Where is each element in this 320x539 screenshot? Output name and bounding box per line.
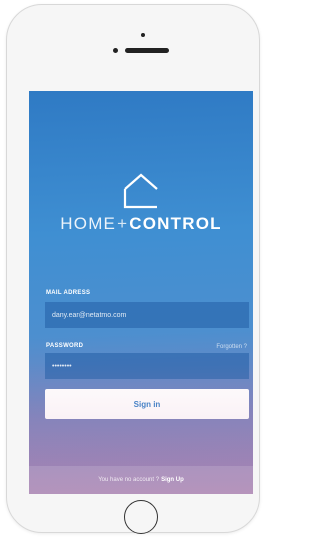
brand-logo: HOME+CONTROL	[29, 214, 253, 234]
phone-frame: HOME+CONTROL MAIL ADRESS dany.ear@netatm…	[6, 4, 260, 534]
password-label: PASSWORD	[46, 343, 84, 349]
forgot-password-link[interactable]: Forgotten ?	[216, 344, 247, 350]
speaker-grille	[125, 48, 169, 53]
email-value: dany.ear@netatmo.com	[52, 311, 127, 319]
camera-dot	[141, 33, 145, 37]
sign-in-button[interactable]: Sign in	[45, 389, 249, 419]
sign-up-link[interactable]: Sign Up	[161, 477, 184, 483]
brand-control: CONTROL	[129, 214, 222, 233]
password-value: ••••••••	[52, 362, 72, 370]
stage: HOME+CONTROL MAIL ADRESS dany.ear@netatm…	[0, 0, 268, 539]
home-button[interactable]	[124, 500, 158, 534]
brand-home: HOME	[60, 214, 117, 233]
house-outline-icon	[123, 173, 158, 209]
sign-in-label: Sign in	[133, 399, 161, 409]
password-field[interactable]: ••••••••	[45, 353, 249, 379]
login-screen: HOME+CONTROL MAIL ADRESS dany.ear@netatm…	[29, 91, 253, 494]
email-label: MAIL ADRESS	[46, 290, 91, 296]
signup-footer: You have no account ? Sign Up	[29, 466, 253, 494]
signup-prompt: You have no account ?	[98, 477, 160, 483]
email-field[interactable]: dany.ear@netatmo.com	[45, 302, 249, 328]
sensor-dot	[113, 48, 118, 53]
brand-plus: +	[117, 214, 129, 233]
